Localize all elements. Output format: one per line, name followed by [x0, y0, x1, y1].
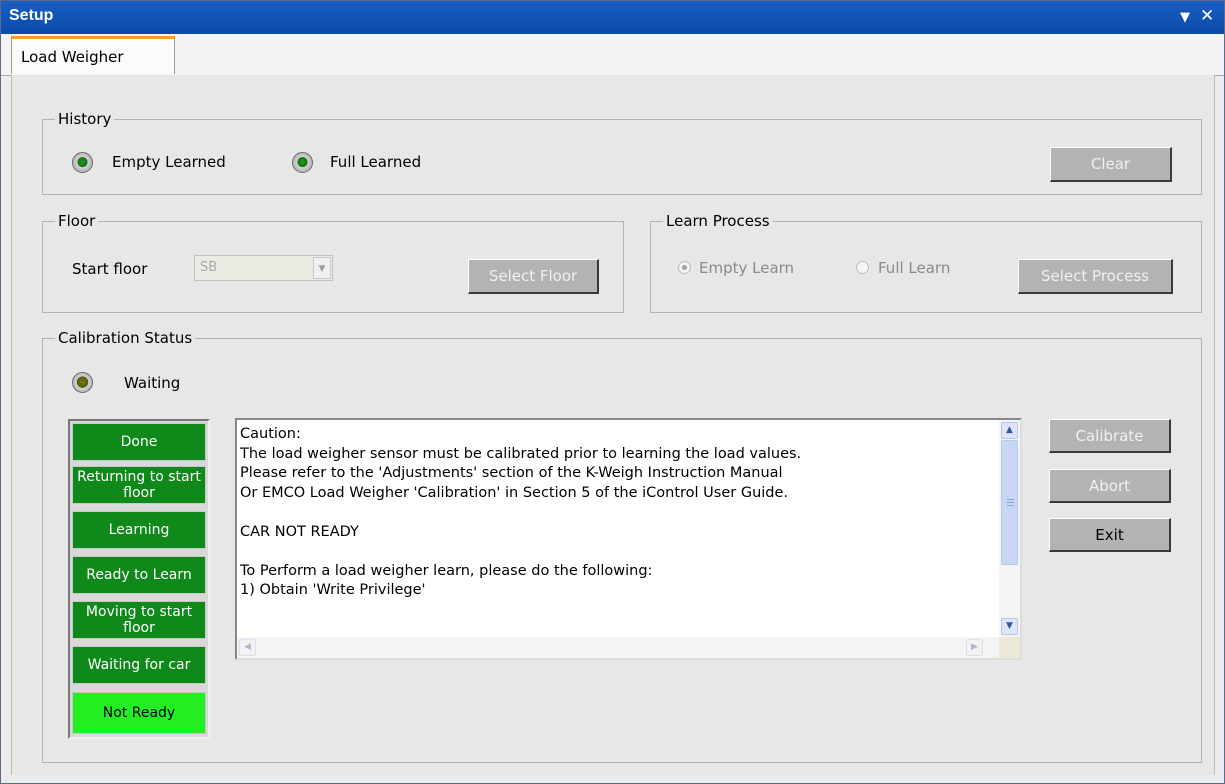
full-learned-led-icon — [292, 152, 313, 173]
stage-learning: Learning — [72, 511, 206, 549]
waiting-led-icon — [72, 372, 93, 393]
start-floor-select[interactable]: SB ▼ — [194, 255, 333, 281]
tab-strip: Load Weigher — [1, 34, 1224, 76]
select-floor-button[interactable]: Select Floor — [468, 259, 599, 294]
calibration-message-box[interactable]: Caution: The load weigher sensor must be… — [235, 418, 1022, 660]
stage-waiting-for-car: Waiting for car — [72, 646, 206, 684]
window-menu-icon[interactable]: ▼ — [1180, 8, 1190, 28]
stage-moving-to-start-floor: Moving to start floor — [72, 601, 206, 639]
floor-legend: Floor — [55, 211, 99, 231]
learn-process-legend: Learn Process — [663, 211, 773, 231]
history-legend: History — [55, 109, 115, 129]
stage-ready-to-learn: Ready to Learn — [72, 556, 206, 594]
clear-button[interactable]: Clear — [1050, 147, 1172, 182]
title-bar: Setup ▼ ✕ — [1, 1, 1224, 34]
floor-group: Floor Start floor SB ▼ Select Floor — [42, 211, 624, 313]
scroll-up-icon[interactable]: ▲ — [1001, 422, 1018, 439]
tab-load-weigher[interactable]: Load Weigher — [11, 36, 175, 74]
scrollbar-corner — [999, 637, 1020, 658]
calibrate-button[interactable]: Calibrate — [1049, 419, 1171, 453]
stage-returning-to-start-floor: Returning to start floor — [72, 466, 206, 504]
empty-learn-radio[interactable] — [678, 261, 691, 274]
history-group: History Empty Learned Full Learned Clear — [42, 109, 1202, 195]
scroll-right-icon[interactable]: ▶ — [966, 639, 983, 656]
scroll-thumb[interactable] — [1001, 440, 1018, 565]
select-process-button[interactable]: Select Process — [1018, 259, 1173, 294]
tab-label: Load Weigher — [21, 48, 124, 66]
horizontal-scrollbar[interactable]: ◀ ▶ — [237, 637, 999, 658]
full-learn-label: Full Learn — [878, 259, 951, 277]
learn-process-group: Learn Process Empty Learn Full Learn Sel… — [650, 211, 1202, 313]
full-learn-radio[interactable] — [856, 261, 869, 274]
calibration-stage-list: Done Returning to start floor Learning R… — [68, 419, 210, 739]
stage-done: Done — [72, 423, 206, 461]
scroll-down-icon[interactable]: ▼ — [1001, 618, 1018, 635]
start-floor-value: SB — [200, 260, 218, 275]
load-weigher-panel: History Empty Learned Full Learned Clear… — [11, 75, 1215, 775]
calibration-status-legend: Calibration Status — [55, 328, 196, 348]
setup-window: Setup ▼ ✕ Load Weigher History Empty Lea… — [0, 0, 1225, 784]
full-learned-label: Full Learned — [330, 153, 422, 171]
empty-learned-label: Empty Learned — [112, 153, 226, 171]
close-icon[interactable]: ✕ — [1200, 6, 1214, 26]
abort-button[interactable]: Abort — [1049, 469, 1171, 503]
start-floor-label: Start floor — [72, 260, 148, 278]
scroll-left-icon[interactable]: ◀ — [239, 639, 256, 656]
calibration-message-text: Caution: The load weigher sensor must be… — [240, 426, 802, 598]
exit-button[interactable]: Exit — [1049, 518, 1171, 552]
chevron-down-icon[interactable]: ▼ — [313, 257, 331, 279]
calibration-status-text: Waiting — [124, 374, 181, 392]
window-title: Setup — [9, 7, 54, 24]
empty-learn-label: Empty Learn — [699, 259, 795, 277]
stage-not-ready: Not Ready — [72, 692, 206, 734]
vertical-scrollbar[interactable]: ▲ ▼ — [999, 420, 1020, 637]
empty-learned-led-icon — [72, 152, 93, 173]
